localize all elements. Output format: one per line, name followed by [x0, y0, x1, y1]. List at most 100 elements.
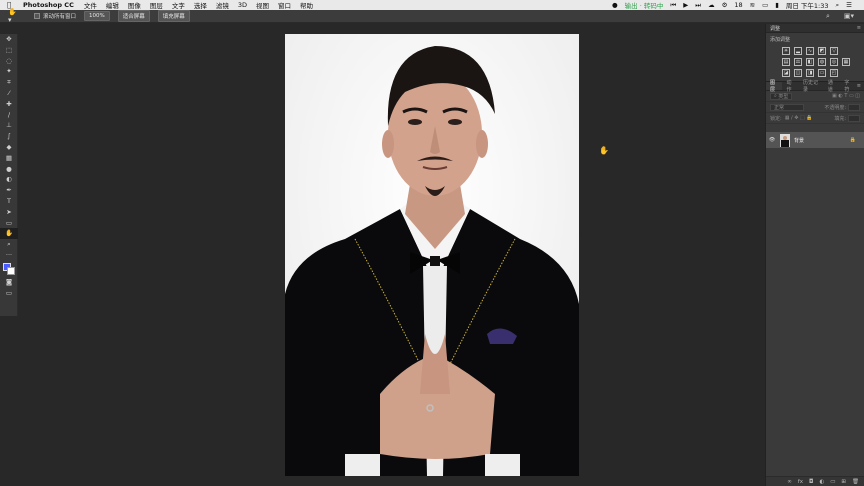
spotlight-icon[interactable]: ⌕ [836, 1, 840, 10]
color-balance-icon[interactable]: ⚖ [794, 58, 802, 66]
threshold-icon[interactable]: ◨ [806, 69, 814, 77]
layer-kind-filter[interactable]: ⌕ 类型 [770, 92, 793, 100]
link-layers-icon[interactable]: ∞ [787, 479, 792, 485]
delete-layer-icon[interactable]: 🗑 [852, 479, 859, 485]
selective-color-icon[interactable]: ◰ [830, 69, 838, 77]
tab-character[interactable]: 字符 [840, 80, 856, 93]
hue-saturation-icon[interactable]: ▤ [782, 58, 790, 66]
history-brush-tool-icon[interactable]: ∫ [0, 131, 18, 142]
notification-center-icon[interactable]: ☰ [846, 1, 852, 9]
tab-layers[interactable]: 图层 [766, 80, 783, 93]
menu-view[interactable]: 视图 [256, 0, 269, 10]
clock[interactable]: 周日 下午1:33 [786, 0, 829, 10]
settings-icon[interactable]: ⚙ [722, 1, 728, 9]
dodge-tool-icon[interactable]: ◐ [0, 174, 18, 185]
add-mask-icon[interactable]: ◘ [809, 479, 813, 485]
checkbox-box[interactable] [34, 13, 40, 19]
shape-tool-icon[interactable]: ▭ [0, 218, 18, 229]
tab-channels[interactable]: 通道 [824, 80, 840, 93]
menu-image[interactable]: 图像 [128, 0, 141, 10]
play-icon[interactable]: ▶ [683, 1, 688, 9]
color-lookup-icon[interactable]: ▦ [842, 58, 850, 66]
black-white-icon[interactable]: ◧ [806, 58, 814, 66]
adjustments-tab[interactable]: 调整 [770, 25, 780, 32]
menu-filter[interactable]: 滤镜 [216, 0, 229, 10]
pen-tool-icon[interactable]: ✒ [0, 185, 18, 196]
filter-icons[interactable]: ▣ ◐ T ▭ ◫ [832, 93, 860, 99]
eye-icon[interactable]: 👁 [766, 137, 778, 143]
workspace-icon[interactable]: ▣▾ [844, 12, 854, 21]
zoom-100-button[interactable]: 100% [84, 11, 110, 21]
menu-select[interactable]: 选择 [194, 0, 207, 10]
levels-icon[interactable]: ▂ [794, 47, 802, 55]
new-group-icon[interactable]: ▭ [830, 479, 835, 485]
search-icon[interactable]: ⌕ [826, 12, 830, 21]
menu-window[interactable]: 窗口 [278, 0, 291, 10]
hand-tool-icon[interactable]: ✋ [0, 228, 18, 240]
cloud-icon[interactable]: ☁ [708, 1, 715, 9]
color-swatches[interactable] [0, 261, 17, 277]
wechat-badge[interactable]: 18 [734, 1, 742, 9]
wifi-icon[interactable]: ≋ [750, 1, 755, 9]
new-layer-icon[interactable]: ⊞ [841, 479, 846, 485]
more-tools-icon[interactable]: ··· [0, 250, 18, 261]
gradient-map-icon[interactable]: ▭ [818, 69, 826, 77]
type-tool-icon[interactable]: T [0, 196, 18, 207]
fill-screen-button[interactable]: 填充屏幕 [157, 10, 190, 22]
airplay-icon[interactable]: ▭ [762, 1, 768, 9]
app-name-menu[interactable]: Photoshop CC [23, 1, 74, 9]
zoom-tool-icon[interactable]: ⌕ [0, 239, 18, 250]
screen-mode-icon[interactable]: ▭ [0, 288, 18, 299]
menu-3d[interactable]: 3D [238, 1, 247, 9]
brightness-contrast-icon[interactable]: ☀ [782, 47, 790, 55]
photo-filter-icon[interactable]: ◍ [818, 58, 826, 66]
tab-history[interactable]: 历史记录 [799, 80, 824, 93]
brush-tool-icon[interactable]: ∕ [0, 110, 18, 121]
menu-type[interactable]: 文字 [172, 0, 185, 10]
layers-panel-menu-icon[interactable]: ≡ [857, 83, 861, 89]
record-icon[interactable]: ● [612, 1, 618, 9]
tab-actions[interactable]: 动作 [782, 80, 798, 93]
gradient-tool-icon[interactable]: ▦ [0, 153, 18, 164]
skip-back-icon[interactable]: ⏮ [670, 1, 676, 10]
opacity-field[interactable] [848, 103, 860, 111]
eyedropper-tool-icon[interactable]: ⁄ [0, 88, 18, 99]
channel-mixer-icon[interactable]: ◎ [830, 58, 838, 66]
document-image[interactable] [285, 34, 579, 476]
path-selection-tool-icon[interactable]: ➤ [0, 207, 18, 218]
layer-background[interactable]: 👁 背景 🔒 [766, 132, 864, 148]
skip-forward-icon[interactable]: ⏭ [695, 1, 701, 10]
menu-help[interactable]: 帮助 [300, 0, 313, 10]
invert-icon[interactable]: ◪ [782, 69, 790, 77]
crop-tool-icon[interactable]: ⌗ [0, 77, 18, 88]
background-color-swatch[interactable] [7, 266, 15, 275]
fill-field[interactable] [848, 114, 860, 122]
vibrance-icon[interactable]: ▽ [830, 47, 838, 55]
lasso-tool-icon[interactable]: ◌ [0, 56, 18, 67]
adjustments-panel-header[interactable]: 调整 ≡ [766, 24, 864, 33]
blend-mode-select[interactable]: 正常 [770, 103, 804, 111]
curves-icon[interactable]: ∿ [806, 47, 814, 55]
eraser-tool-icon[interactable]: ◆ [0, 142, 18, 153]
healing-brush-tool-icon[interactable]: ✚ [0, 99, 18, 110]
panel-menu-icon[interactable]: ≡ [857, 25, 861, 31]
fx-icon[interactable]: fx [798, 479, 803, 485]
new-adjustment-icon[interactable]: ◐ [819, 479, 824, 485]
marquee-tool-icon[interactable]: ⬚ [0, 45, 18, 56]
scroll-all-windows-checkbox[interactable]: 滚动所有窗口 [34, 12, 76, 20]
move-tool-icon[interactable]: ✥ [0, 34, 18, 45]
magic-wand-tool-icon[interactable]: ✦ [0, 66, 18, 77]
quick-mask-icon[interactable]: ◙ [0, 277, 18, 288]
menu-file[interactable]: 文件 [84, 0, 97, 10]
hand-tool-preset-icon[interactable]: ✋▾ [8, 8, 20, 24]
blur-tool-icon[interactable]: ● [0, 164, 18, 175]
posterize-icon[interactable]: ◫ [794, 69, 802, 77]
menu-layer[interactable]: 图层 [150, 0, 163, 10]
fit-screen-button[interactable]: 适合屏幕 [117, 10, 150, 22]
exposure-icon[interactable]: ◩ [818, 47, 826, 55]
lock-icons[interactable]: ▦ ∕ ✥ ⬚ 🔒 [785, 115, 813, 121]
menu-edit[interactable]: 编辑 [106, 0, 119, 10]
lock-icon[interactable]: 🔒 [850, 137, 856, 143]
clone-stamp-tool-icon[interactable]: ⊥ [0, 120, 18, 131]
battery-icon[interactable]: ▮ [775, 1, 779, 9]
